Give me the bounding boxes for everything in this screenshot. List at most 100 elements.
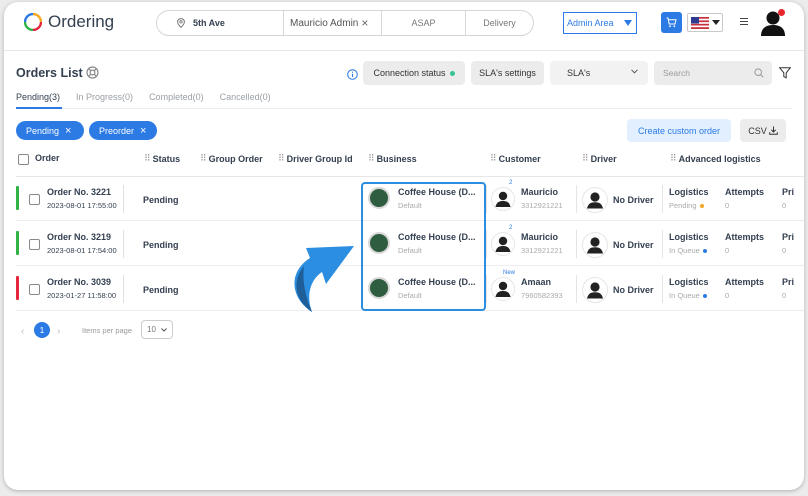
row-checkbox[interactable] bbox=[29, 194, 40, 205]
filter-chip-pending[interactable]: Pending × bbox=[16, 121, 84, 140]
drag-handle-icon[interactable]: ⠿ bbox=[368, 153, 375, 164]
user-name: Mauricio Admin bbox=[290, 17, 359, 29]
drag-handle-icon[interactable]: ⠿ bbox=[582, 153, 589, 164]
order-number[interactable]: Order No. 3039 bbox=[47, 277, 111, 287]
column-header-status[interactable]: ⠿ Status bbox=[144, 153, 180, 164]
cell-divider bbox=[662, 230, 663, 258]
column-header-order[interactable]: Order bbox=[35, 153, 60, 163]
search-input[interactable]: Search bbox=[654, 61, 772, 85]
row-checkbox[interactable] bbox=[29, 239, 40, 250]
priority-label: Pri bbox=[782, 232, 795, 242]
chevron-down-icon bbox=[161, 328, 167, 332]
info-icon[interactable] bbox=[347, 67, 358, 85]
order-status: Pending bbox=[143, 240, 179, 250]
connection-status-label: Connection status bbox=[373, 68, 446, 78]
create-custom-order-button[interactable]: Create custom order bbox=[627, 119, 731, 142]
active-tab-indicator bbox=[16, 107, 62, 109]
drag-handle-icon[interactable]: ⠿ bbox=[490, 153, 497, 164]
cell-divider bbox=[486, 275, 487, 303]
tab-in-progress[interactable]: In Progress(0) bbox=[76, 92, 133, 102]
previous-page-icon[interactable]: ‹ bbox=[21, 326, 24, 337]
lifebuoy-help-icon[interactable] bbox=[86, 66, 99, 84]
logistics-label: Logistics bbox=[669, 187, 709, 197]
hamburger-menu-icon[interactable] bbox=[740, 18, 748, 27]
logistics-status-dot bbox=[699, 203, 704, 208]
column-label: Order bbox=[35, 153, 60, 163]
close-icon[interactable]: × bbox=[140, 125, 146, 137]
clear-user-icon[interactable]: × bbox=[361, 16, 368, 30]
csv-export-button[interactable]: CSV bbox=[740, 119, 786, 142]
sla-select-value: SLA's bbox=[567, 68, 591, 78]
connection-status-button[interactable]: Connection status bbox=[363, 61, 465, 85]
admin-area-select[interactable]: Admin Area bbox=[563, 12, 637, 34]
drag-handle-icon[interactable]: ⠿ bbox=[200, 153, 207, 164]
driver-avatar-icon bbox=[582, 232, 608, 258]
logistics-status-dot bbox=[702, 248, 707, 253]
next-page-icon[interactable]: › bbox=[57, 326, 60, 337]
items-per-page-value: 10 bbox=[147, 325, 156, 334]
page-title: Orders List bbox=[16, 66, 83, 80]
select-all-checkbox[interactable] bbox=[18, 154, 29, 165]
cell-divider bbox=[662, 275, 663, 303]
app-name: Ordering bbox=[48, 12, 115, 31]
tab-pending[interactable]: Pending(3) bbox=[16, 92, 60, 102]
column-label: Status bbox=[152, 153, 181, 164]
tab-completed[interactable]: Completed(0) bbox=[149, 92, 204, 102]
sla-settings-button[interactable]: SLA's settings bbox=[471, 61, 544, 85]
order-number[interactable]: Order No. 3221 bbox=[47, 187, 111, 197]
filter-chip-preorder[interactable]: Preorder × bbox=[89, 121, 157, 140]
address-selector[interactable]: 5th Ave bbox=[157, 11, 284, 35]
delivery-type-selector[interactable]: Delivery bbox=[466, 11, 533, 35]
cell-divider bbox=[662, 185, 663, 213]
search-placeholder: Search bbox=[663, 68, 690, 78]
customer-name[interactable]: Amaan bbox=[521, 277, 551, 287]
cart-icon bbox=[666, 17, 677, 28]
column-header-group-order[interactable]: ⠿ Group Order bbox=[200, 153, 263, 164]
column-header-customer[interactable]: ⠿ Customer bbox=[490, 153, 541, 164]
time-selector[interactable]: ASAP bbox=[382, 11, 466, 35]
connection-online-dot bbox=[449, 70, 455, 76]
attempts-value: 0 bbox=[725, 201, 730, 210]
column-header-business[interactable]: ⠿ Business bbox=[368, 153, 417, 164]
cell-divider bbox=[123, 230, 124, 258]
logistics-status: In Queue bbox=[669, 291, 707, 300]
cell-divider bbox=[576, 230, 577, 258]
chevron-down-icon bbox=[631, 69, 638, 74]
column-label: Group Order bbox=[208, 153, 263, 164]
attempts-value: 0 bbox=[725, 291, 730, 300]
current-page-button[interactable]: 1 bbox=[34, 322, 50, 338]
attempts-label: Attempts bbox=[725, 187, 765, 197]
driver-name[interactable]: No Driver bbox=[613, 285, 654, 295]
customer-new-badge: New bbox=[503, 270, 516, 276]
driver-name[interactable]: No Driver bbox=[613, 240, 654, 250]
priority-value: 0 bbox=[782, 246, 787, 255]
app-logo[interactable]: Ordering bbox=[24, 12, 114, 32]
customer-name[interactable]: Mauricio bbox=[521, 232, 558, 242]
logistics-label: Logistics bbox=[669, 232, 709, 242]
status-color-bar bbox=[16, 276, 19, 300]
close-icon[interactable]: × bbox=[65, 125, 71, 137]
tab-cancelled[interactable]: Cancelled(0) bbox=[220, 92, 271, 102]
order-number[interactable]: Order No. 3219 bbox=[47, 232, 111, 242]
driver-name[interactable]: No Driver bbox=[613, 195, 654, 205]
user-selector[interactable]: Mauricio Admin × bbox=[284, 11, 382, 35]
drag-handle-icon[interactable]: ⠿ bbox=[670, 153, 677, 164]
column-header-driver[interactable]: ⠿ Driver bbox=[582, 153, 617, 164]
customer-phone: 3312921221 bbox=[521, 201, 563, 210]
order-status: Pending bbox=[143, 195, 179, 205]
app-window: Ordering 5th Ave Mauricio Admin × ASAP D… bbox=[4, 2, 804, 490]
drag-handle-icon[interactable]: ⠿ bbox=[144, 153, 151, 164]
column-label: Driver Group Id bbox=[286, 153, 353, 164]
customer-name[interactable]: Mauricio bbox=[521, 187, 558, 197]
column-header-driver-group[interactable]: ⠿ Driver Group Id bbox=[278, 153, 353, 164]
cart-button[interactable] bbox=[661, 12, 682, 33]
drag-handle-icon[interactable]: ⠿ bbox=[278, 153, 285, 164]
location-searchbar: 5th Ave Mauricio Admin × ASAP Delivery bbox=[156, 10, 534, 36]
driver-avatar-icon bbox=[582, 187, 608, 213]
items-per-page-select[interactable]: 10 bbox=[141, 320, 173, 339]
column-header-advanced-logistics[interactable]: ⠿ Advanced logistics bbox=[670, 153, 761, 164]
filter-icon[interactable] bbox=[778, 66, 792, 84]
language-selector[interactable] bbox=[687, 13, 723, 32]
row-checkbox[interactable] bbox=[29, 284, 40, 295]
sla-select[interactable]: SLA's bbox=[550, 61, 648, 85]
